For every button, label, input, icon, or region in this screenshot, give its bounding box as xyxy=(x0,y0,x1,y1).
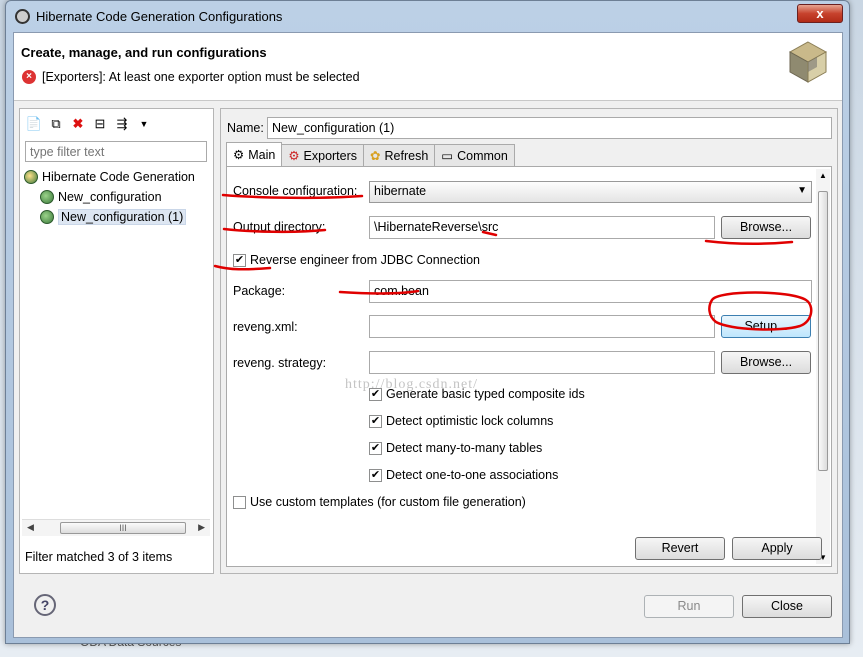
view-menu-chevron-down-icon[interactable]: ▼ xyxy=(135,115,153,133)
scroll-right-icon[interactable]: ▶ xyxy=(198,522,205,533)
apply-button[interactable]: Apply xyxy=(732,537,822,560)
console-config-label: Console configuration: xyxy=(233,184,358,198)
chevron-down-icon: ▼ xyxy=(797,185,807,196)
browse-strategy-button[interactable]: Browse... xyxy=(721,351,811,374)
horizontal-scrollbar[interactable]: ◀ III ▶ xyxy=(22,519,210,536)
reveng-strategy-input[interactable] xyxy=(369,351,715,374)
name-label: Name: xyxy=(227,121,264,135)
reverse-engineer-checkbox[interactable]: ✔ Reverse engineer from JDBC Connection xyxy=(233,253,480,267)
tree-item-label: New_configuration (1) xyxy=(58,209,187,225)
option-checkbox[interactable]: ✔ Generate basic typed composite ids xyxy=(369,387,585,401)
hibernate-logo-icon xyxy=(788,41,828,83)
banner-title: Create, manage, and run configurations xyxy=(21,45,267,60)
filter-icon[interactable]: ⇶ xyxy=(113,115,131,133)
eclipse-icon xyxy=(15,9,30,24)
tab-label: Main xyxy=(248,147,276,162)
tree-item-config[interactable]: New_configuration xyxy=(24,187,210,207)
tab-label: Exporters xyxy=(303,148,358,163)
package-label: Package: xyxy=(233,284,286,298)
configurations-pane: 📄 ⧉ ✖ ⊟ ⇶ ▼ Hibernate Code Generation Ne… xyxy=(19,108,214,574)
scroll-thumb[interactable]: III xyxy=(60,522,186,534)
option-label: Detect many-to-many tables xyxy=(386,441,543,455)
custom-templates-label: Use custom templates (for custom file ge… xyxy=(250,495,526,509)
scroll-thumb[interactable] xyxy=(818,191,828,471)
setup-button[interactable]: Setup... xyxy=(721,315,811,338)
collapse-all-icon[interactable]: ⊟ xyxy=(91,115,109,133)
tab-exporters[interactable]: ⚙ Exporters xyxy=(281,144,365,166)
scroll-left-icon[interactable]: ◀ xyxy=(27,522,34,533)
tree-item-category[interactable]: Hibernate Code Generation xyxy=(24,167,210,187)
option-checkbox[interactable]: ✔ Detect many-to-many tables xyxy=(369,441,542,455)
browse-output-button[interactable]: Browse... xyxy=(721,216,811,239)
output-dir-label: Output directory: xyxy=(233,220,326,234)
tab-common[interactable]: ▭ Common xyxy=(434,144,515,166)
tab-label: Refresh xyxy=(384,148,429,163)
common-icon: ▭ xyxy=(441,149,454,163)
left-toolbar: 📄 ⧉ ✖ ⊟ ⇶ ▼ xyxy=(25,113,153,135)
console-config-value: hibernate xyxy=(374,184,427,198)
custom-templates-checkbox[interactable]: Use custom templates (for custom file ge… xyxy=(233,495,526,509)
main-tab-icon: ⚙ xyxy=(233,148,245,162)
checkbox-box: ✔ xyxy=(369,414,382,428)
window-title: Hibernate Code Generation Configurations xyxy=(36,9,283,24)
option-checkbox[interactable]: ✔ Detect one-to-one associations xyxy=(369,468,558,482)
checkbox-box: ✔ xyxy=(233,253,246,267)
checkbox-box: ✔ xyxy=(369,468,382,482)
vertical-scrollbar[interactable]: ▲ ▼ xyxy=(816,169,830,564)
tree-item-config-selected[interactable]: New_configuration (1) xyxy=(24,207,210,227)
package-input[interactable]: com.bean xyxy=(369,280,812,303)
checkbox-box xyxy=(233,495,246,509)
filter-input[interactable] xyxy=(25,141,207,162)
title-bar: Hibernate Code Generation Configurations… xyxy=(6,1,849,32)
revert-button[interactable]: Revert xyxy=(635,537,725,560)
name-input[interactable] xyxy=(267,117,832,139)
tab-bar: ⚙ Main ⚙ Exporters ✿ Refresh ▭ Common xyxy=(226,142,515,166)
option-label: Detect optimistic lock columns xyxy=(386,414,554,428)
config-icon xyxy=(40,190,54,204)
delete-icon[interactable]: ✖ xyxy=(69,115,87,133)
option-label: Detect one-to-one associations xyxy=(386,468,559,482)
checkbox-box: ✔ xyxy=(369,387,382,401)
main-tab-body: Console configuration: hibernate ▼ Outpu… xyxy=(226,166,832,567)
dialog-client: Create, manage, and run configurations ×… xyxy=(13,32,843,638)
new-config-icon[interactable]: 📄 xyxy=(25,115,43,133)
tab-refresh[interactable]: ✿ Refresh xyxy=(363,144,436,166)
tree-item-label: New_configuration xyxy=(58,190,162,204)
help-icon[interactable]: ? xyxy=(34,594,56,616)
reveng-strategy-label: reveng. strategy: xyxy=(233,356,327,370)
exporters-error-icon: ⚙ xyxy=(288,149,300,163)
run-button[interactable]: Run xyxy=(644,595,734,618)
hibernate-run-icon xyxy=(24,170,38,184)
config-editor: Name: ⚙ Main ⚙ Exporters ✿ Refresh ▭ Com… xyxy=(220,108,838,574)
scroll-up-icon[interactable]: ▲ xyxy=(819,171,827,180)
option-checkbox[interactable]: ✔ Detect optimistic lock columns xyxy=(369,414,553,428)
tree-item-label: Hibernate Code Generation xyxy=(42,170,195,184)
config-icon xyxy=(40,210,54,224)
filter-status: Filter matched 3 of 3 items xyxy=(25,550,173,564)
dialog-window: Hibernate Code Generation Configurations… xyxy=(5,0,850,644)
header-banner: Create, manage, and run configurations ×… xyxy=(14,33,842,101)
window-close-button[interactable]: x xyxy=(797,4,843,23)
option-label: Generate basic typed composite ids xyxy=(386,387,585,401)
duplicate-icon[interactable]: ⧉ xyxy=(47,115,65,133)
close-button[interactable]: Close xyxy=(742,595,832,618)
output-dir-input[interactable]: \HibernateReverse\src xyxy=(369,216,715,239)
checkbox-box: ✔ xyxy=(369,441,382,455)
reveng-xml-input[interactable] xyxy=(369,315,715,338)
reverse-engineer-label: Reverse engineer from JDBC Connection xyxy=(250,253,480,267)
config-tree: Hibernate Code Generation New_configurat… xyxy=(24,167,210,227)
tab-main[interactable]: ⚙ Main xyxy=(226,142,283,166)
console-config-select[interactable]: hibernate ▼ xyxy=(369,181,812,203)
tab-label: Common xyxy=(457,148,508,163)
error-icon: × xyxy=(22,70,36,84)
reveng-xml-label: reveng.xml: xyxy=(233,320,298,334)
refresh-icon: ✿ xyxy=(370,149,381,163)
banner-message: [Exporters]: At least one exporter optio… xyxy=(42,70,360,84)
